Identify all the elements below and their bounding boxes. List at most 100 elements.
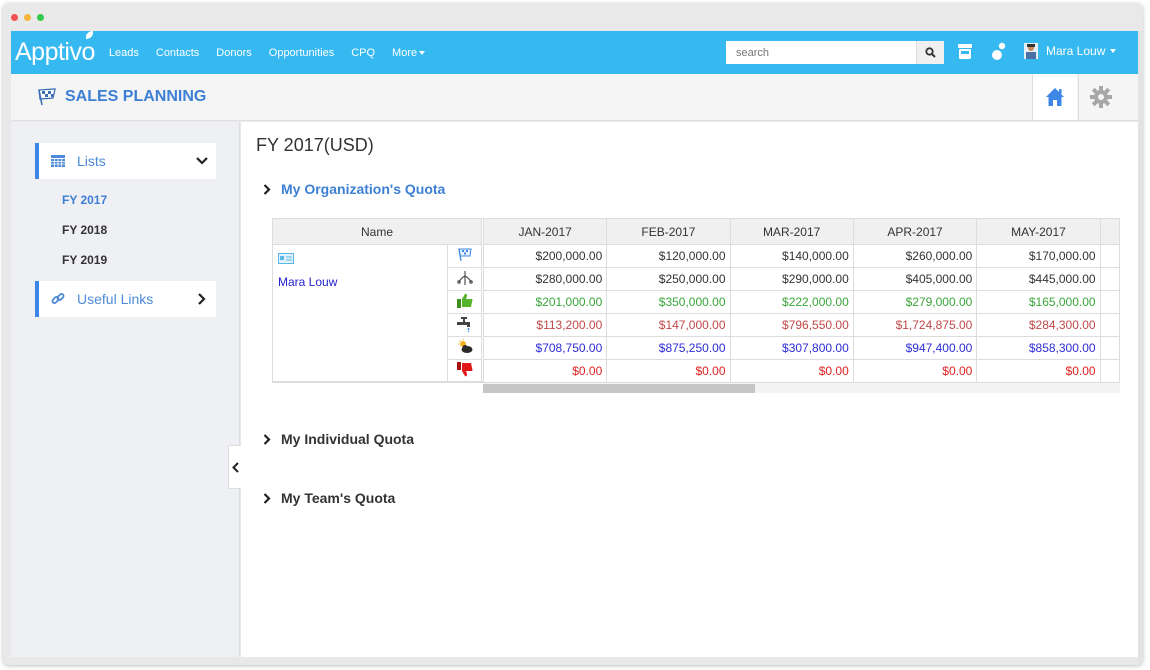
nav-more-dropdown[interactable]: More: [392, 46, 426, 59]
row-icon-lost: [447, 359, 482, 383]
nav-link-leads[interactable]: Leads: [109, 47, 139, 59]
column-header-name[interactable]: Name: [272, 218, 482, 245]
search-box: [726, 41, 946, 64]
table-row-weather: $708,750.00 $875,250.00 $307,800.00 $947…: [482, 336, 1120, 360]
window-scrollbar-track[interactable]: [1138, 31, 1143, 665]
sidebar-item-fy-2017[interactable]: FY 2017: [62, 193, 107, 207]
collapse-sidebar-button[interactable]: [228, 445, 241, 489]
value-cell: $875,250.00: [606, 336, 731, 360]
value-cell: $445,000.00: [976, 267, 1101, 291]
column-header-month[interactable]: JAN-2017: [482, 218, 608, 245]
section-individual-quota[interactable]: My Individual Quota: [263, 431, 414, 447]
thumbs-down-icon: [456, 362, 473, 377]
value-cell: $147,000.00: [606, 313, 731, 337]
column-header-next[interactable]: [1099, 218, 1120, 245]
value-cell: $280,000.00: [482, 267, 608, 291]
horizontal-scrollbar[interactable]: [483, 382, 1120, 393]
home-icon: [1046, 88, 1064, 106]
nav-link-donors[interactable]: Donors: [216, 47, 251, 59]
maximize-window-button[interactable]: [37, 14, 44, 21]
settings-button[interactable]: [1078, 74, 1123, 120]
value-cell: $405,000.00: [852, 267, 978, 291]
column-header-month[interactable]: MAY-2017: [976, 218, 1101, 245]
column-header-month[interactable]: APR-2017: [852, 218, 978, 245]
value-cell-partial: [1099, 313, 1120, 337]
section-team-quota[interactable]: My Team's Quota: [263, 490, 395, 506]
value-cell: $858,300.00: [976, 336, 1101, 360]
user-menu[interactable]: Mara Louw: [1024, 43, 1117, 59]
user-avatar-icon: [1024, 43, 1038, 59]
store-icon[interactable]: [958, 44, 972, 65]
value-cell: $284,300.00: [976, 313, 1101, 337]
table-row-won: $201,000.00 $350,000.00 $222,000.00 $279…: [482, 290, 1120, 314]
value-cell: $113,200.00: [482, 313, 608, 337]
value-cell: $290,000.00: [729, 267, 854, 291]
value-cell: $250,000.00: [606, 267, 731, 291]
value-cell: $0.00: [482, 359, 608, 383]
search-icon: [925, 47, 936, 58]
value-cell: $1,724,875.00: [852, 313, 978, 337]
home-button[interactable]: [1032, 74, 1077, 120]
row-icon-weather: [447, 336, 482, 360]
search-input[interactable]: [726, 41, 916, 64]
column-header-month[interactable]: MAR-2017: [729, 218, 854, 245]
sun-cloud-icon: [457, 339, 473, 353]
app-title: SALES PLANNING: [37, 88, 206, 106]
caret-down-icon: [419, 50, 426, 55]
sidebar-panel-label: Useful Links: [77, 291, 154, 307]
sidebar-panel-useful-links[interactable]: Useful Links: [35, 281, 216, 317]
connect-icon[interactable]: [992, 42, 1006, 67]
top-navbar: Apptivo Leads Contacts Donors Opportunit…: [11, 30, 1138, 74]
value-cell: $279,000.00: [852, 290, 978, 314]
sidebar-item-fy-2019[interactable]: FY 2019: [62, 253, 107, 267]
value-cell-partial: [1099, 359, 1120, 383]
table-list-icon: [51, 155, 65, 167]
sidebar-panel-label: Lists: [77, 153, 106, 169]
column-header-month[interactable]: FEB-2017: [606, 218, 731, 245]
row-icon-won: [447, 290, 482, 314]
name-table: Name Mara Louw: [272, 218, 482, 383]
minimize-window-button[interactable]: [24, 14, 31, 21]
gear-icon: [1090, 86, 1112, 108]
search-button[interactable]: [916, 41, 944, 64]
value-cell-partial: [1099, 267, 1120, 291]
footer-shadow: [11, 657, 1138, 665]
section-label: My Individual Quota: [281, 431, 415, 447]
close-window-button[interactable]: [11, 14, 18, 21]
window-titlebar: [3, 3, 1143, 31]
nav-link-cpq[interactable]: CPQ: [351, 47, 375, 59]
nav-link-contacts[interactable]: Contacts: [156, 47, 199, 59]
chevron-right-icon: [263, 183, 271, 195]
value-cell: $170,000.00: [976, 244, 1101, 268]
checkered-flag-icon: [38, 88, 56, 106]
value-cell-partial: [1099, 244, 1120, 268]
value-cell: $796,550.00: [729, 313, 854, 337]
sidebar-item-fy-2018[interactable]: FY 2018: [62, 223, 107, 237]
sidebar-panel-lists[interactable]: Lists: [35, 143, 216, 179]
table-row-pipeline: $113,200.00 $147,000.00 $796,550.00 $1,7…: [482, 313, 1120, 337]
value-cell: $120,000.00: [606, 244, 731, 268]
row-icon-quota: [447, 244, 482, 268]
employee-name-link[interactable]: Mara Louw: [278, 275, 442, 289]
section-label: My Team's Quota: [281, 490, 396, 506]
section-organization-quota[interactable]: My Organization's Quota: [263, 181, 445, 197]
scrollbar-thumb[interactable]: [483, 384, 755, 393]
browser-window: Apptivo Leads Contacts Donors Opportunit…: [3, 3, 1143, 665]
value-cell: $165,000.00: [976, 290, 1101, 314]
main-content: FY 2017(USD) My Organization's Quota Nam…: [241, 122, 1138, 665]
nav-link-opportunities[interactable]: Opportunities: [269, 47, 334, 59]
more-label: More: [392, 46, 418, 59]
split-arrows-icon: [456, 270, 473, 285]
grid-divider: [272, 381, 483, 383]
app-title-text: SALES PLANNING: [65, 88, 207, 105]
value-cell: $0.00: [606, 359, 731, 383]
link-icon: [51, 293, 65, 304]
chevron-down-icon: [196, 157, 208, 165]
user-name: Mara Louw: [1046, 44, 1106, 58]
value-cell: $0.00: [729, 359, 854, 383]
value-cell: $708,750.00: [482, 336, 608, 360]
app-header: SALES PLANNING: [11, 74, 1138, 121]
value-cell: $140,000.00: [729, 244, 854, 268]
apptivo-logo[interactable]: Apptivo: [15, 30, 95, 67]
sidebar: Lists FY 2017 FY 2018 FY 2019 Useful Lin…: [11, 122, 240, 665]
